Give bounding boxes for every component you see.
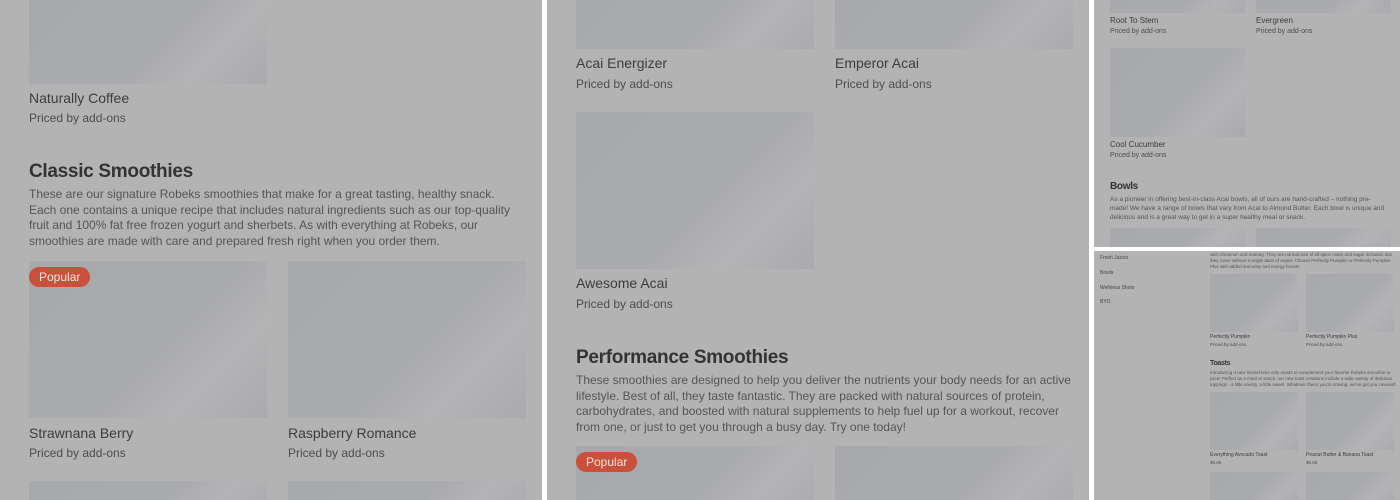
product-image[interactable] bbox=[835, 446, 1073, 500]
product-price: Priced by add-ons bbox=[1256, 28, 1313, 35]
product-name[interactable]: Evergreen bbox=[1256, 16, 1293, 25]
product-name[interactable]: Perfectly Pumpkin bbox=[1210, 334, 1250, 340]
product-name[interactable]: Awesome Acai bbox=[576, 275, 668, 291]
product-image[interactable] bbox=[288, 481, 526, 500]
screenshot-panel-1: Naturally Coffee Priced by add-ons Class… bbox=[0, 0, 542, 500]
section-description: These are our signature Robeks smoothies… bbox=[29, 187, 510, 248]
popular-badge: Popular bbox=[29, 267, 91, 287]
product-price: Priced by add-ons bbox=[576, 77, 673, 91]
product-price: Priced by add-ons bbox=[835, 77, 932, 91]
section-description: As a pioneer in offering best-in-class A… bbox=[1110, 196, 1385, 221]
product-image[interactable] bbox=[1306, 274, 1394, 332]
section-title: Bowls bbox=[1110, 181, 1138, 192]
sidebar-item-bowls[interactable]: Bowls bbox=[1100, 270, 1113, 276]
product-image[interactable] bbox=[1210, 472, 1298, 500]
product-price: Priced by add-ons bbox=[1110, 28, 1167, 35]
product-price: Priced by add-ons bbox=[29, 111, 126, 125]
product-image[interactable] bbox=[1110, 228, 1245, 247]
section-description: Introducing 4 new limited-time only toas… bbox=[1210, 370, 1396, 387]
product-image[interactable] bbox=[1210, 274, 1298, 332]
screenshot-panel-4: Fresh Juices Bowls Wellness Shots BYO wi… bbox=[1094, 251, 1400, 500]
section-title: Performance Smoothies bbox=[576, 347, 789, 368]
product-price: $8.65 bbox=[1306, 460, 1318, 465]
product-name[interactable]: Perfectly Pumpkin Plus bbox=[1306, 334, 1357, 340]
product-price: Priced by add-ons bbox=[1210, 342, 1247, 347]
product-image[interactable] bbox=[1110, 0, 1245, 13]
product-image[interactable] bbox=[288, 261, 526, 418]
product-name[interactable]: Strawnana Berry bbox=[29, 425, 133, 441]
product-name[interactable]: Root To Stem bbox=[1110, 16, 1158, 25]
product-image[interactable] bbox=[576, 112, 814, 269]
product-image[interactable] bbox=[1256, 228, 1391, 247]
popular-badge: Popular bbox=[576, 452, 638, 472]
product-image[interactable] bbox=[1306, 472, 1394, 500]
product-price: Priced by add-ons bbox=[1306, 342, 1343, 347]
product-price: Priced by add-ons bbox=[29, 446, 126, 460]
section-title: Toasts bbox=[1210, 360, 1231, 367]
sidebar-item-fresh-juices[interactable]: Fresh Juices bbox=[1100, 255, 1128, 261]
section-description: These smoothies are designed to help you… bbox=[576, 373, 1071, 434]
product-price: Priced by add-ons bbox=[576, 297, 673, 311]
section-description: with cinnamon and nutmeg. They are norma… bbox=[1210, 252, 1392, 269]
product-name[interactable]: Naturally Coffee bbox=[29, 90, 129, 106]
product-name[interactable]: Cool Cucumber bbox=[1110, 140, 1166, 149]
screenshot-panel-3: Root To Stem Priced by add-ons Evergreen… bbox=[1094, 0, 1400, 247]
screenshot-panel-2: Acai Energizer Priced by add-ons Emperor… bbox=[547, 0, 1089, 500]
product-name[interactable]: Peanut Butter & Banana Toast bbox=[1306, 452, 1373, 458]
product-image[interactable] bbox=[29, 0, 267, 84]
product-price: $9.65 bbox=[1210, 460, 1222, 465]
product-image[interactable] bbox=[1210, 392, 1298, 450]
product-image[interactable] bbox=[1110, 48, 1245, 137]
product-image[interactable] bbox=[29, 481, 267, 500]
product-name[interactable]: Raspberry Romance bbox=[288, 425, 416, 441]
section-title: Classic Smoothies bbox=[29, 161, 193, 182]
sidebar-item-wellness-shots[interactable]: Wellness Shots bbox=[1100, 285, 1134, 291]
product-image[interactable] bbox=[1256, 0, 1391, 13]
sidebar-item-byo[interactable]: BYO bbox=[1100, 299, 1111, 305]
product-price: Priced by add-ons bbox=[1110, 152, 1167, 159]
product-name[interactable]: Everything Avocado Toast bbox=[1210, 452, 1267, 458]
product-image[interactable] bbox=[835, 0, 1073, 49]
product-name[interactable]: Emperor Acai bbox=[835, 55, 919, 71]
product-image[interactable] bbox=[1306, 392, 1394, 450]
product-name[interactable]: Acai Energizer bbox=[576, 55, 667, 71]
product-price: Priced by add-ons bbox=[288, 446, 385, 460]
product-image[interactable] bbox=[576, 0, 814, 49]
